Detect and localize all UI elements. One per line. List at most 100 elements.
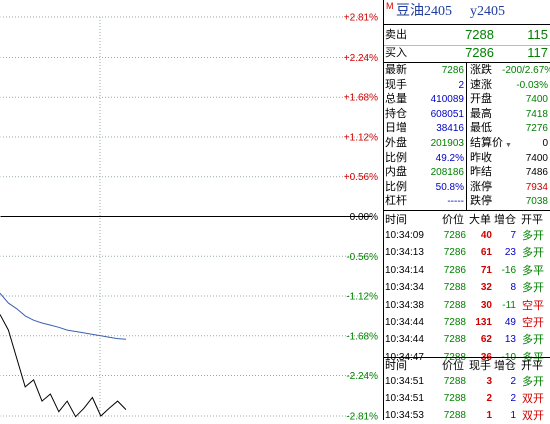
trade-type: 多开: [522, 334, 544, 347]
settlement-dropdown-icon[interactable]: ▼: [505, 142, 512, 149]
trade-type: 双开: [522, 410, 544, 422]
trade-volume: 1: [486, 410, 492, 421]
y-tick-label: 0.00%: [350, 212, 378, 223]
stat-value: 7418: [525, 108, 548, 120]
ask-price: 7288: [465, 27, 494, 42]
avg-price-line: [0, 292, 127, 340]
trade-price: 7286: [443, 264, 466, 276]
list-item[interactable]: 10:34:34 7288 32 8 多开: [384, 280, 550, 296]
trade-time: 10:34:44: [385, 334, 424, 346]
stat-label: 昨结: [470, 166, 492, 179]
y-tick-label: -1.68%: [346, 331, 378, 342]
divider: [384, 210, 550, 211]
col-price: 价位: [442, 214, 464, 226]
stat-row: 杠杆 ----- 跌停 7038: [384, 194, 550, 209]
trade-type: 空平: [522, 299, 544, 312]
col-time: 时间: [385, 360, 407, 372]
trade-price: 7288: [443, 376, 466, 387]
stat-row: 总量 410089 开盘 7400: [384, 92, 550, 107]
stat-label: 外盘: [385, 137, 407, 149]
stat-value: -200/2.67%: [502, 65, 550, 76]
trade-price: 7288: [443, 334, 466, 346]
ask-label: 卖出: [385, 29, 407, 41]
trade-time: 10:34:44: [385, 317, 424, 328]
col-price: 价位: [442, 360, 464, 372]
stat-row: 现手 2 速涨 -0.03%: [384, 78, 550, 93]
trade-time: 10:34:38: [385, 299, 424, 311]
list-item[interactable]: 10:34:44 7288 131 49 空开: [384, 315, 550, 331]
list-header: 时间 价位 现手 增仓 开平: [384, 358, 550, 374]
trade-oi: 8: [510, 282, 516, 294]
col-volume: 大单: [469, 214, 491, 226]
quote-panel: M 豆油2405 y2405 卖出 7288 115 买入 7286 117 最…: [383, 0, 550, 422]
y-tick-label: +1.68%: [344, 93, 378, 104]
list-item[interactable]: 10:34:53 7288 1 1 双开: [384, 408, 550, 424]
y-tick-label: +1.12%: [344, 132, 378, 143]
y-tick-label: -1.12%: [346, 292, 378, 303]
trade-oi: 23: [504, 247, 516, 259]
trade-price: 7288: [443, 393, 466, 404]
stat-value: 7276: [525, 123, 548, 135]
stat-value: 2: [458, 79, 464, 91]
col-type: 开平: [521, 214, 543, 226]
trade-oi: 2: [510, 393, 516, 404]
list-item[interactable]: 10:34:14 7286 71 -16 多平: [384, 263, 550, 279]
trade-volume: 3: [486, 376, 492, 387]
stat-label: 日增: [385, 122, 407, 135]
trade-type: 多开: [522, 282, 544, 295]
list-item[interactable]: 10:34:38 7288 30 -11 空平: [384, 298, 550, 314]
trade-volume: 32: [480, 282, 492, 294]
stat-value: 7486: [525, 167, 548, 179]
trade-oi: 49: [504, 317, 516, 328]
stat-value: 208186: [430, 167, 464, 179]
trade-type: 多平: [522, 264, 544, 277]
stat-label: 最低: [470, 122, 492, 135]
trade-price: 7288: [443, 282, 466, 294]
divider: [384, 24, 550, 25]
trade-time: 10:34:34: [385, 282, 424, 294]
trade-volume: 30: [480, 299, 492, 311]
col-time: 时间: [385, 214, 407, 226]
list-item[interactable]: 10:34:51 7288 3 2 多开: [384, 374, 550, 390]
trade-price: 7288: [443, 299, 466, 311]
stat-value: -0.03%: [516, 79, 548, 91]
stat-value: 38416: [436, 123, 464, 135]
trade-volume: 61: [480, 247, 492, 259]
stat-value: -----: [447, 196, 464, 208]
trade-time: 10:34:53: [385, 410, 424, 421]
trade-type: 双开: [522, 393, 544, 405]
trade-time: 10:34:51: [385, 376, 424, 387]
y-tick-label: +2.81%: [344, 13, 378, 24]
trade-oi: 1: [510, 410, 516, 421]
y-tick-label: +0.56%: [344, 172, 378, 183]
list-item[interactable]: 10:34:13 7286 61 23 多开: [384, 245, 550, 261]
col-volume: 现手: [469, 360, 491, 372]
bid-row[interactable]: 买入 7286 117: [384, 44, 550, 62]
stat-label: 现手: [385, 78, 407, 91]
trade-type: 多开: [522, 376, 544, 388]
stat-label: 最新: [385, 64, 407, 76]
trade-volume: 62: [480, 334, 492, 346]
list-item[interactable]: 10:34:51 7288 2 2 双开: [384, 391, 550, 407]
bid-label: 买入: [385, 47, 407, 59]
list-item[interactable]: 10:34:09 7286 40 7 多开: [384, 228, 550, 244]
stat-row: 日增 38416 最低 7276: [384, 121, 550, 136]
stat-label: 结算价: [470, 137, 503, 149]
col-type: 开平: [521, 360, 543, 372]
ask-row[interactable]: 卖出 7288 115: [384, 26, 550, 44]
chart-canvas[interactable]: +2.81% +2.24% +1.68% +1.12% +0.56% 0.00% -0.56…: [0, 0, 382, 420]
trade-oi: 7: [510, 230, 516, 241]
trade-price: 7288: [443, 410, 466, 421]
intraday-chart[interactable]: +2.81% +2.24% +1.68% +1.12% +0.56% 0.00% -0.56…: [0, 0, 382, 420]
list-header: 时间 价位 大单 增仓 开平: [384, 212, 550, 228]
stat-label: 速涨: [470, 78, 492, 91]
y-tick-label: -2.24%: [346, 371, 378, 382]
trade-volume: 2: [486, 393, 492, 404]
stat-value: 7038: [525, 196, 548, 208]
list-item[interactable]: 10:34:44 7288 62 13 多开: [384, 332, 550, 348]
trade-type: 多开: [522, 230, 544, 242]
y-tick-label: -2.81%: [346, 412, 378, 421]
instrument-title: M 豆油2405 y2405: [384, 1, 550, 22]
stat-value: 410089: [430, 94, 464, 106]
stat-row: 持仓 608051 最高 7418: [384, 107, 550, 122]
